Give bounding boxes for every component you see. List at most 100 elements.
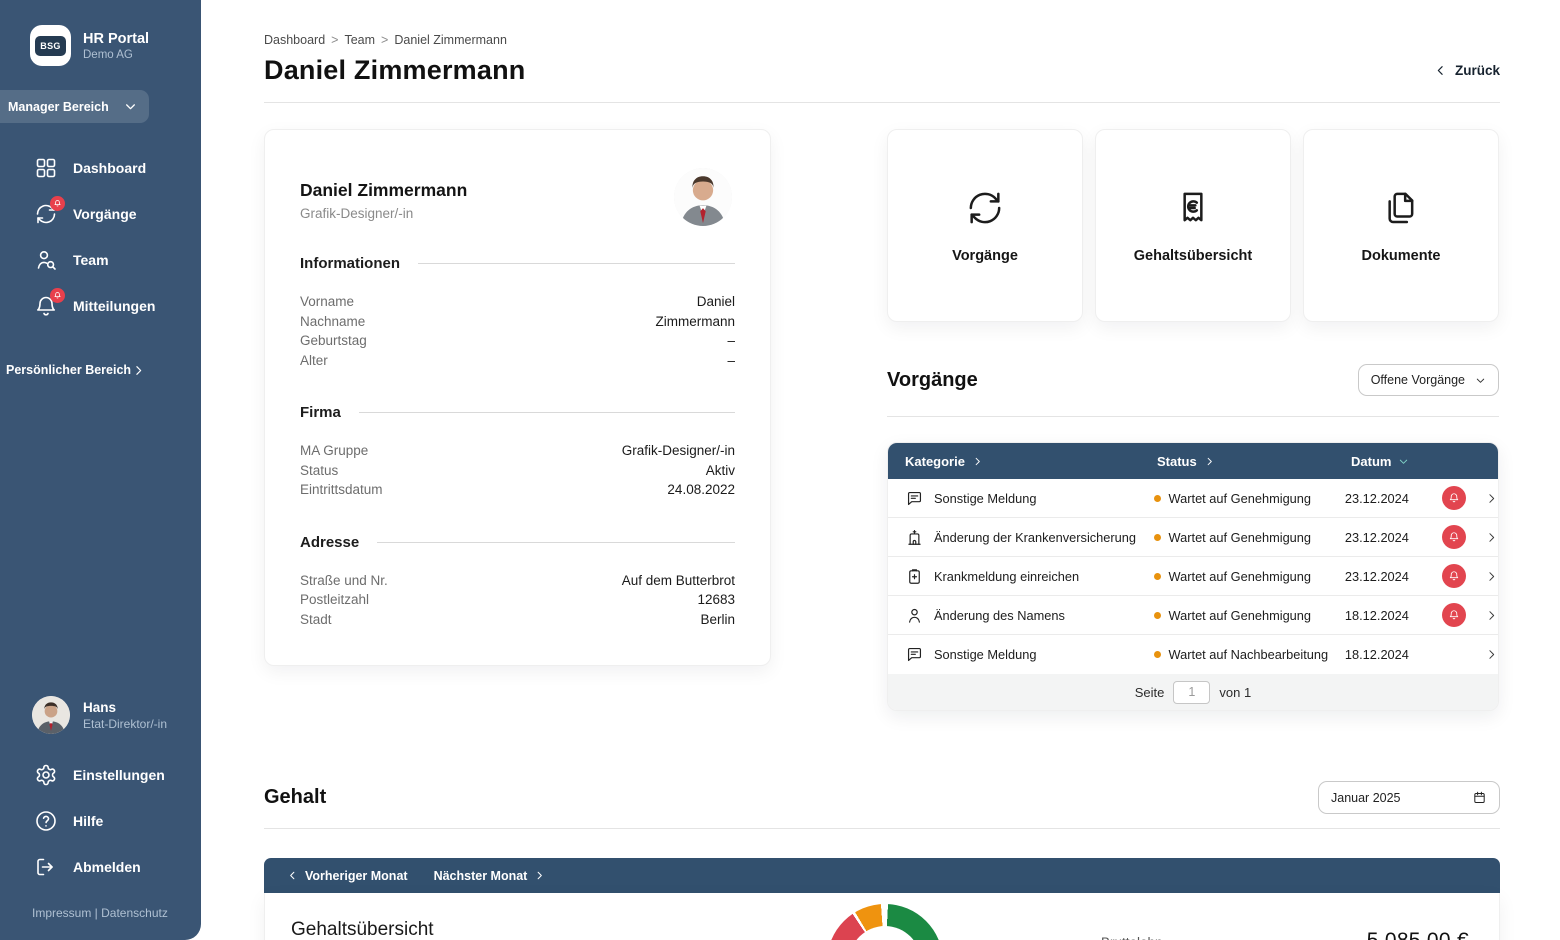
logout-icon bbox=[34, 855, 58, 879]
chevron-right-icon bbox=[132, 364, 145, 377]
bell-icon bbox=[1448, 570, 1460, 582]
sidebar-item-abmelden[interactable]: Abmelden bbox=[0, 844, 201, 890]
chevron-down-icon bbox=[1475, 375, 1486, 386]
sidebar-item-label: Vorgänge bbox=[73, 206, 137, 222]
table-row[interactable]: Sonstige Meldung Wartet auf Genehmigung … bbox=[888, 479, 1498, 518]
receipt-euro-icon bbox=[1173, 188, 1213, 228]
sidebar-item-persoenlicher-bereich[interactable]: Persönlicher Bereich bbox=[0, 363, 201, 377]
sidebar-item-team[interactable]: Team bbox=[0, 237, 201, 283]
table-row[interactable]: Änderung der Krankenversicherung Wartet … bbox=[888, 518, 1498, 557]
quick-action-label: Vorgänge bbox=[952, 248, 1018, 264]
previous-month-button[interactable]: Vorheriger Monat bbox=[287, 869, 408, 883]
quick-action-dokumente[interactable]: Dokumente bbox=[1303, 129, 1499, 322]
alert-bell-badge[interactable] bbox=[1442, 603, 1466, 627]
sync-icon bbox=[34, 202, 58, 226]
notification-badge bbox=[50, 196, 65, 211]
current-user[interactable]: Hans Etat-Direktor/-in bbox=[0, 696, 201, 752]
vorgaenge-filter-dropdown[interactable]: Offene Vorgänge bbox=[1358, 364, 1499, 396]
status-dot bbox=[1154, 534, 1161, 541]
profile-row: Vorname Daniel bbox=[300, 292, 735, 312]
main-content: Dashboard > Team > Daniel Zimmermann Dan… bbox=[201, 0, 1560, 940]
legal-links[interactable]: Impressum | Datenschutz bbox=[0, 890, 201, 940]
profile-row: Straße und Nr.Auf dem Butterbrot bbox=[300, 571, 735, 591]
person-icon bbox=[905, 606, 924, 625]
profile-row: MA GruppeGrafik-Designer/-in bbox=[300, 441, 735, 461]
filter-label: Offene Vorgänge bbox=[1371, 373, 1465, 387]
sidebar-item-label: Dashboard bbox=[73, 160, 146, 176]
salary-card-title: Gehaltsübersicht bbox=[291, 919, 434, 940]
pagination-label: Seite bbox=[1135, 685, 1165, 700]
field-value: Daniel bbox=[697, 292, 735, 312]
sidebar-item-dashboard[interactable]: Dashboard bbox=[0, 145, 201, 191]
table-row[interactable]: Änderung des Namens Wartet auf Genehmigu… bbox=[888, 596, 1498, 635]
alert-bell-badge[interactable] bbox=[1442, 525, 1466, 549]
month-picker[interactable]: Januar 2025 bbox=[1318, 781, 1500, 814]
chevron-right-icon bbox=[1485, 570, 1498, 583]
insurance-building-icon bbox=[905, 528, 924, 547]
field-label: Status bbox=[300, 461, 338, 481]
profile-row: Postleitzahl12683 bbox=[300, 590, 735, 610]
bell-icon bbox=[34, 294, 58, 318]
table-row[interactable]: Krankmeldung einreichen Wartet auf Geneh… bbox=[888, 557, 1498, 596]
chevron-right-icon bbox=[1485, 492, 1498, 505]
notification-badge bbox=[50, 288, 65, 303]
field-value: – bbox=[727, 351, 735, 371]
app-title: HR Portal bbox=[83, 30, 149, 48]
alert-bell-badge[interactable] bbox=[1442, 564, 1466, 588]
chevron-right-icon bbox=[1204, 456, 1215, 467]
row-status: Wartet auf Genehmigung bbox=[1169, 608, 1312, 623]
field-label: MA Gruppe bbox=[300, 441, 368, 461]
bruttolohn-value: 5.085,00 € bbox=[1367, 929, 1469, 940]
page-number-input[interactable] bbox=[1173, 681, 1210, 704]
sidebar-item-label: Mitteilungen bbox=[73, 298, 155, 314]
sidebar-item-mitteilungen[interactable]: Mitteilungen bbox=[0, 283, 201, 329]
sidebar-item-vorgaenge[interactable]: Vorgänge bbox=[0, 191, 201, 237]
breadcrumb-team[interactable]: Team bbox=[344, 33, 375, 47]
field-label: Vorname bbox=[300, 292, 354, 312]
breadcrumb-dashboard[interactable]: Dashboard bbox=[264, 33, 325, 47]
quick-action-label: Gehaltsübersicht bbox=[1134, 248, 1252, 264]
vorgaenge-title: Vorgänge bbox=[887, 369, 978, 392]
breadcrumb-separator: > bbox=[381, 33, 388, 47]
field-value: 12683 bbox=[697, 590, 735, 610]
column-header-status[interactable]: Status bbox=[1157, 454, 1351, 469]
column-header-datum[interactable]: Datum bbox=[1351, 454, 1409, 469]
section-divider bbox=[377, 542, 735, 543]
field-label: Stadt bbox=[300, 610, 332, 630]
dashboard-grid-icon bbox=[34, 156, 58, 180]
vorgaenge-table: Kategorie Status Datum bbox=[887, 442, 1499, 711]
chevron-right-icon bbox=[972, 456, 983, 467]
breadcrumb-current: Daniel Zimmermann bbox=[394, 33, 507, 47]
gear-icon bbox=[34, 763, 58, 787]
field-label: Eintrittsdatum bbox=[300, 480, 383, 500]
section-divider bbox=[359, 412, 735, 413]
column-label: Datum bbox=[1351, 454, 1391, 469]
sidebar-item-label: Abmelden bbox=[73, 859, 141, 875]
table-header: Kategorie Status Datum bbox=[888, 443, 1498, 479]
sidebar-nav: Dashboard Vorgänge Team M bbox=[0, 145, 201, 329]
help-circle-icon bbox=[34, 809, 58, 833]
manager-bereich-dropdown[interactable]: Manager Bereich bbox=[0, 90, 149, 123]
alert-bell-badge[interactable] bbox=[1442, 486, 1466, 510]
section-title-informationen: Informationen bbox=[300, 255, 400, 272]
sidebar-item-hilfe[interactable]: Hilfe bbox=[0, 798, 201, 844]
quick-action-vorgaenge[interactable]: Vorgänge bbox=[887, 129, 1083, 322]
chevron-right-icon bbox=[534, 870, 545, 881]
quick-action-gehaltsuebersicht[interactable]: Gehaltsübersicht bbox=[1095, 129, 1291, 322]
logo-box: BSG bbox=[30, 25, 71, 66]
team-search-icon bbox=[34, 248, 58, 272]
profile-row: StatusAktiv bbox=[300, 461, 735, 481]
gehalt-title: Gehalt bbox=[264, 786, 326, 809]
field-value: Auf dem Butterbrot bbox=[622, 571, 735, 591]
next-month-button[interactable]: Nächster Monat bbox=[434, 869, 546, 883]
sidebar-item-einstellungen[interactable]: Einstellungen bbox=[0, 752, 201, 798]
table-row[interactable]: Sonstige Meldung Wartet auf Nachbearbeit… bbox=[888, 635, 1498, 674]
row-date: 23.12.2024 bbox=[1345, 569, 1442, 584]
column-header-kategorie[interactable]: Kategorie bbox=[905, 454, 1157, 469]
calendar-icon bbox=[1472, 790, 1487, 805]
section-title-adresse: Adresse bbox=[300, 534, 359, 551]
back-button[interactable]: Zurück bbox=[1434, 63, 1500, 78]
app-subtitle: Demo AG bbox=[83, 49, 149, 61]
status-dot bbox=[1154, 612, 1161, 619]
row-status: Wartet auf Genehmigung bbox=[1169, 491, 1312, 506]
